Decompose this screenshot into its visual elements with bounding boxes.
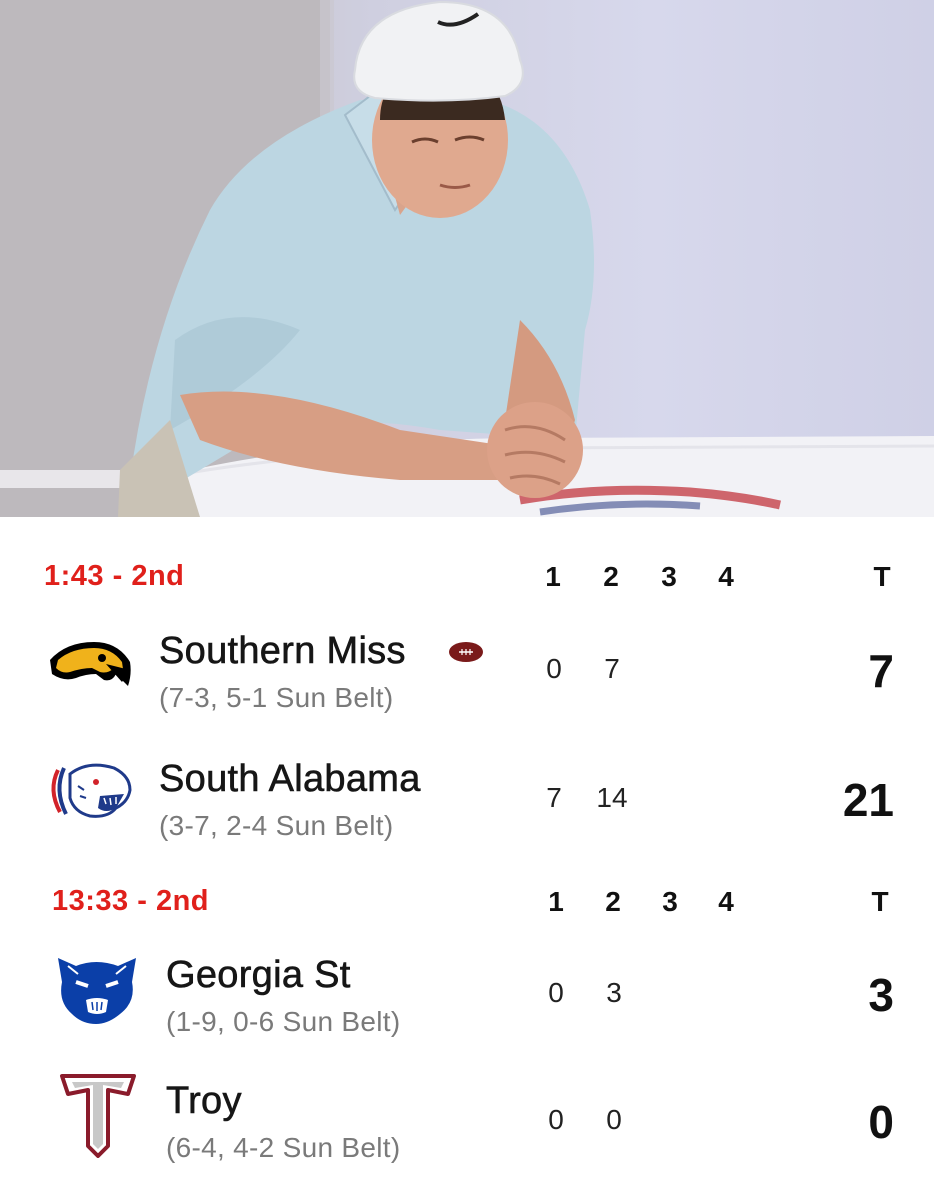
- panther-logo-icon: [52, 952, 142, 1024]
- team-name[interactable]: South Alabama: [159, 758, 421, 801]
- team-total-score: 21: [842, 774, 894, 826]
- quarter-header-3: 3: [661, 561, 677, 592]
- total-header: T: [873, 561, 891, 592]
- quarter-header-2: 2: [603, 561, 619, 592]
- quarter-header-4: 4: [718, 886, 734, 917]
- jaguar-logo-icon: [44, 756, 134, 826]
- team-total-score: 7: [868, 645, 894, 697]
- team-record: (3-7, 2-4 Sun Belt): [159, 810, 394, 841]
- quarter-header-2: 2: [605, 886, 621, 917]
- golfer-photo-illustration: [0, 0, 934, 517]
- header-photo: [0, 0, 934, 517]
- quarter-header-4: 4: [718, 561, 734, 592]
- game-status: 13:33 - 2nd: [52, 885, 209, 917]
- team-name[interactable]: Troy: [166, 1080, 242, 1123]
- quarter-score: 7: [546, 782, 562, 813]
- quarter-score: 0: [606, 1104, 622, 1135]
- team-total-score: 0: [868, 1096, 894, 1148]
- team-name[interactable]: Southern Miss: [159, 630, 406, 673]
- quarter-score: 14: [596, 782, 628, 813]
- quarter-score: 0: [548, 1104, 564, 1135]
- quarter-header-1: 1: [548, 886, 564, 917]
- team-total-score: 3: [868, 969, 894, 1021]
- trojan-t-logo-icon: [58, 1072, 138, 1158]
- team-record: (6-4, 4-2 Sun Belt): [166, 1132, 401, 1163]
- quarter-score: 0: [546, 653, 562, 684]
- game-status: 1:43 - 2nd: [44, 560, 185, 592]
- quarter-header-1: 1: [545, 561, 561, 592]
- quarter-header-3: 3: [662, 886, 678, 917]
- quarter-score: 7: [604, 653, 620, 684]
- team-record: (1-9, 0-6 Sun Belt): [166, 1006, 401, 1037]
- golden-eagle-logo-icon: [46, 630, 136, 700]
- football-possession-icon: [448, 641, 484, 663]
- quarter-score: 0: [548, 977, 564, 1008]
- quarter-score: 3: [606, 977, 622, 1008]
- page: 1:43 - 2nd 1 2 3 4 T Southern Miss (7-3,…: [0, 0, 934, 1200]
- team-name[interactable]: Georgia St: [166, 954, 351, 997]
- total-header: T: [871, 886, 889, 917]
- team-record: (7-3, 5-1 Sun Belt): [159, 682, 394, 713]
